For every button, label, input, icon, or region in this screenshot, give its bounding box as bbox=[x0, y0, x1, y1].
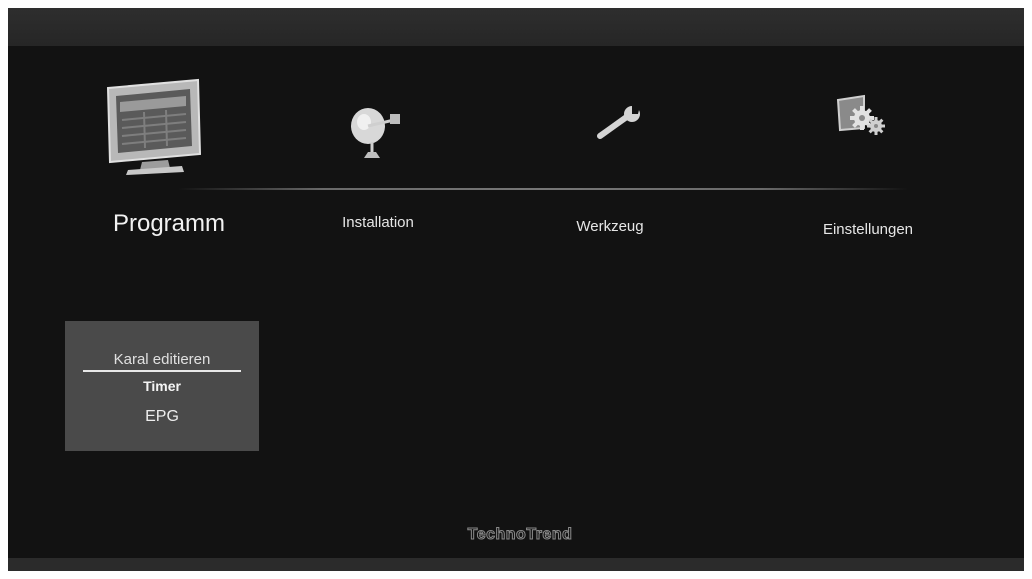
menu-item-label: Programm bbox=[112, 210, 226, 237]
settings-gears-icon bbox=[836, 94, 885, 135]
bottom-bar bbox=[8, 558, 1024, 571]
submenu-item-timer[interactable]: Timer bbox=[65, 378, 259, 394]
submenu-item-epg[interactable]: EPG bbox=[65, 408, 259, 426]
tv-screen-icon bbox=[106, 78, 202, 175]
wrench-icon bbox=[597, 106, 640, 139]
menu-item-label: Werkzeug bbox=[576, 218, 644, 235]
tv-screen: Programm Installation Werkzeug Einstellu… bbox=[8, 8, 1024, 571]
submenu-panel: Karal editieren Timer EPG bbox=[65, 321, 259, 451]
menu-item-label: Einstellungen bbox=[822, 221, 914, 238]
submenu-item-karal-editieren[interactable]: Karal editieren bbox=[65, 351, 259, 368]
satellite-dish-icon bbox=[351, 108, 400, 158]
technotrend-logo: TechnoTrend bbox=[467, 526, 573, 544]
menu-item-label: Installation bbox=[342, 214, 414, 231]
selection-underline bbox=[83, 370, 241, 372]
menu-separator bbox=[178, 188, 908, 190]
top-bar bbox=[8, 8, 1024, 46]
